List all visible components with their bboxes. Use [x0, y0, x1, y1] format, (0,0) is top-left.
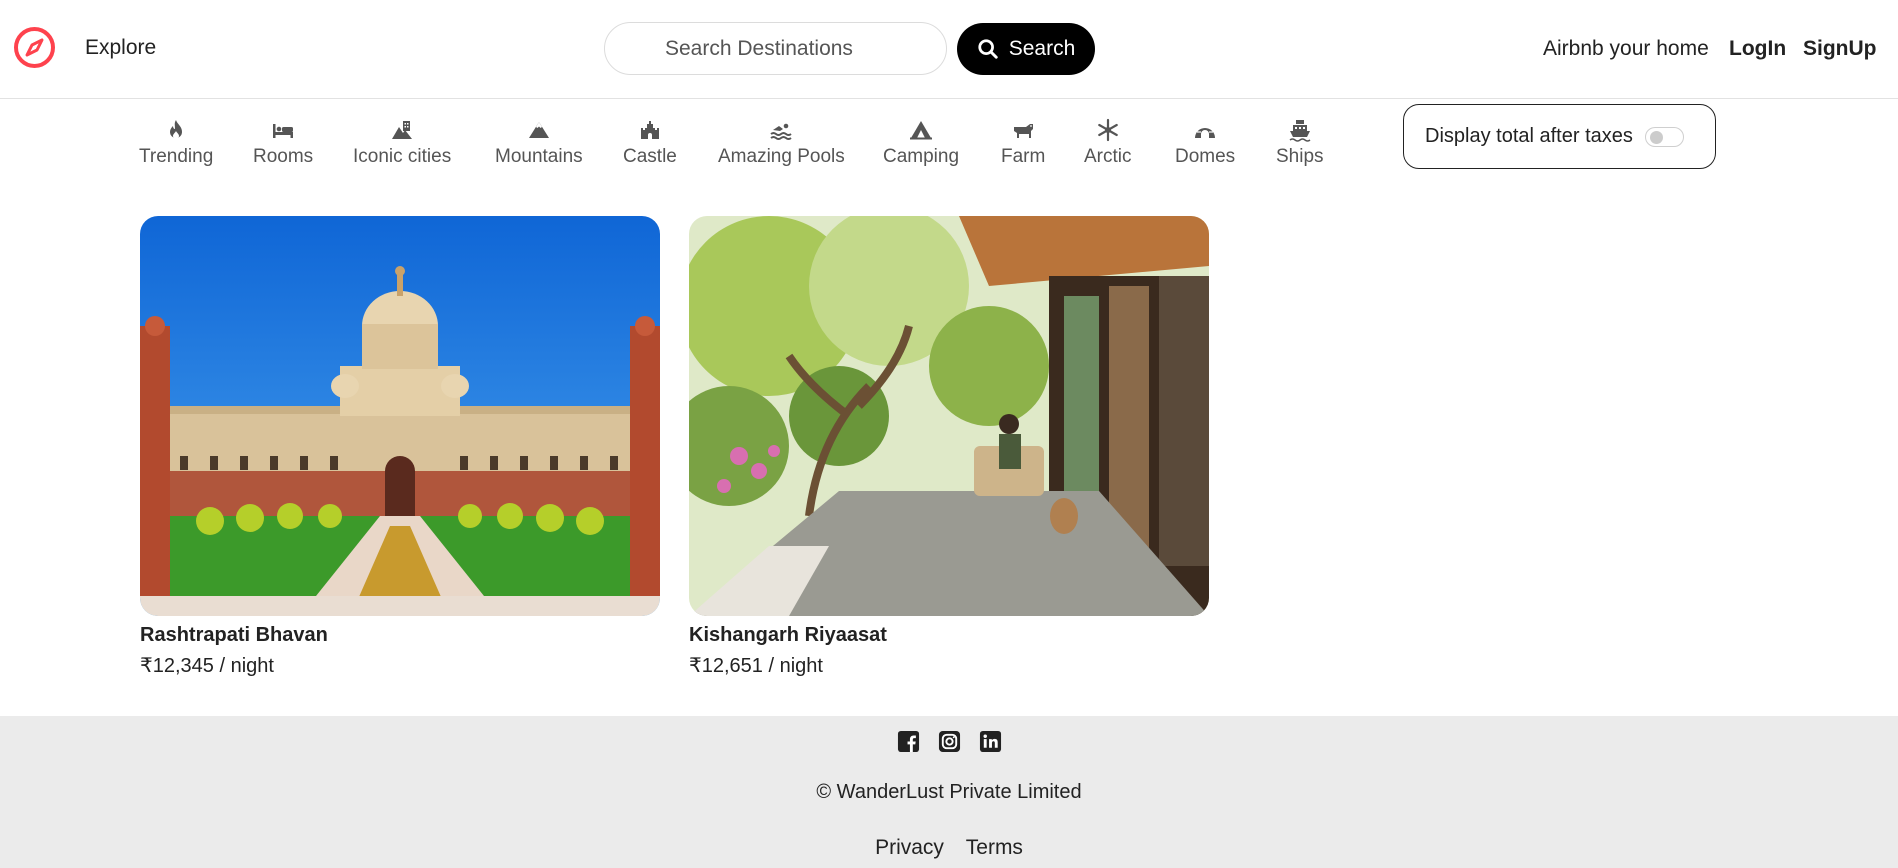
filter-amazing-pools[interactable]: Amazing Pools: [718, 118, 845, 168]
filter-mountains[interactable]: Mountains: [495, 118, 583, 168]
filter-trending[interactable]: Trending: [139, 118, 213, 168]
filter-label: Mountains: [495, 146, 583, 167]
campground-icon: [910, 121, 933, 140]
listing-card[interactable]: Rashtrapati Bhavan ₹12,345 / night: [140, 216, 660, 678]
filter-ships[interactable]: Ships: [1276, 118, 1324, 168]
ship-icon: [1289, 120, 1311, 142]
social-links: [897, 730, 1002, 753]
filter-label: Rooms: [253, 146, 314, 167]
instagram-icon[interactable]: [938, 730, 961, 753]
snowflake-icon: [1097, 118, 1118, 142]
tax-toggle: Display total after taxes: [1403, 104, 1716, 169]
filter-rooms[interactable]: Rooms: [253, 118, 313, 168]
search-button[interactable]: Search: [957, 23, 1095, 75]
filter-label: Camping: [883, 146, 960, 167]
listing-title: Rashtrapati Bhavan: [140, 624, 328, 646]
city-icon: [392, 121, 413, 139]
filter-arctic[interactable]: Arctic: [1084, 118, 1132, 168]
search-icon: [978, 39, 998, 59]
filter-castle[interactable]: Castle: [623, 118, 677, 168]
fire-icon: [170, 120, 183, 139]
cow-icon: [1014, 124, 1034, 138]
compass-logo-icon[interactable]: [13, 26, 56, 69]
filter-camping[interactable]: Camping: [883, 118, 959, 168]
nav-link-signup[interactable]: SignUp: [1803, 37, 1877, 61]
tax-toggle-switch[interactable]: [1644, 126, 1684, 147]
listing-title: Kishangarh Riyaasat: [689, 624, 887, 646]
facebook-icon[interactable]: [897, 730, 920, 753]
listing-image[interactable]: [689, 216, 1209, 616]
listing-card[interactable]: Kishangarh Riyaasat ₹12,651 / night: [689, 216, 1209, 678]
swimmer-icon: [770, 123, 792, 140]
filter-label: Domes: [1175, 146, 1236, 167]
linkedin-icon[interactable]: [979, 730, 1002, 753]
filter-label: Iconic cities: [353, 146, 452, 167]
search-button-label: Search: [1008, 37, 1076, 60]
filter-label: Castle: [623, 146, 677, 167]
footer-links: Privacy Terms: [0, 836, 1898, 860]
mountain-icon: [528, 122, 549, 138]
filter-domes[interactable]: Domes: [1175, 118, 1235, 168]
igloo-icon: [1195, 126, 1216, 138]
bed-icon: [273, 124, 294, 138]
nav-link-login[interactable]: LogIn: [1729, 37, 1786, 61]
tax-toggle-knob: [1649, 130, 1663, 144]
footer-link-terms[interactable]: Terms: [966, 836, 1023, 859]
footer-link-privacy[interactable]: Privacy: [875, 836, 944, 859]
listing-price: ₹12,345 / night: [140, 655, 274, 677]
filter-farm[interactable]: Farm: [1001, 118, 1045, 168]
copyright-text: © WanderLust Private Limited: [816, 781, 1082, 803]
filter-label: Amazing Pools: [718, 146, 845, 167]
navbar: Explore Search Airbnb your home LogIn Si…: [0, 0, 1898, 99]
filter-label: Arctic: [1084, 146, 1132, 167]
nav-link-airbnb-your-home[interactable]: Airbnb your home: [1543, 37, 1709, 61]
filter-label: Trending: [139, 146, 214, 167]
nav-link-explore[interactable]: Explore: [85, 36, 156, 60]
tax-toggle-label: Display total after taxes: [1425, 125, 1633, 147]
castle-icon: [640, 121, 659, 139]
filter-label: Ships: [1276, 146, 1324, 167]
filter-iconic-cities[interactable]: Iconic cities: [353, 118, 451, 168]
listing-image[interactable]: [140, 216, 660, 616]
listing-price: ₹12,651 / night: [689, 655, 823, 677]
search-input[interactable]: [604, 22, 947, 75]
filter-label: Farm: [1001, 146, 1046, 167]
footer: © WanderLust Private Limited Privacy Ter…: [0, 716, 1898, 868]
